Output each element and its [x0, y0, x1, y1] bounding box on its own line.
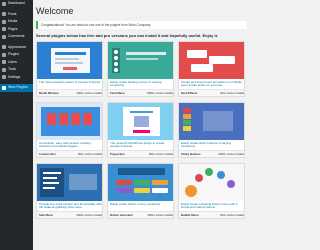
plugin-thumbnail[interactable] [37, 164, 102, 201]
plugin-card-button-generator[interactable]: Easily create button of any complexity Bu… [107, 163, 174, 219]
sidebar-item-users[interactable]: Users [0, 59, 33, 67]
plugin-name: Float Menu [110, 91, 125, 95]
plugin-name: Counter Box [39, 152, 56, 156]
plugin-card-popup-box[interactable]: The powerful WordPress plugin to create … [107, 102, 174, 158]
sidebar-item-label: Comments [8, 34, 25, 39]
plugin-card-footer: Bubble Menu 200+ Active Installs [179, 211, 244, 218]
plugin-description[interactable]: Provide any extra content and functional… [39, 203, 102, 211]
plugin-name: Side Menu [39, 213, 53, 217]
plugin-description[interactable]: Easily create sticky buttons of varying … [181, 142, 244, 150]
plugin-name: Bubble Menu [181, 213, 199, 217]
success-notice: Congratulations! You are about to use on… [36, 21, 247, 29]
plugin-thumbnail[interactable] [179, 164, 244, 201]
admin-sidebar: Dashboard Posts Media Pages Comments Appearan… [0, 0, 33, 250]
plugin-card-footer: Herd Effects 200+ Active Installs [179, 89, 244, 96]
plugin-card-sticky-buttons[interactable]: Easily create sticky buttons of varying … [178, 102, 245, 158]
plugin-card-footer: Modal Window 2000+ Active Installs [37, 89, 102, 96]
sidebar-item-settings[interactable]: Settings [0, 74, 33, 82]
plugin-name: Herd Effects [181, 91, 198, 95]
plugin-grid: The most powerful creator of popups & fl… [36, 41, 247, 219]
sidebar-item-label: Media [8, 19, 18, 24]
active-installs-count: 3000+ Active Installs [147, 213, 173, 217]
plugin-description[interactable]: The most powerful creator of popups & fl… [39, 81, 102, 89]
plugin-name: Popup Box [110, 152, 125, 156]
settings-icon [2, 75, 6, 80]
page-title: Welcome [36, 6, 74, 16]
plugin-card-footer: Sticky Buttons 2000+ Active Installs [179, 150, 244, 157]
plugin-name: Sticky Buttons [181, 152, 201, 156]
wow-icon [2, 85, 6, 90]
comment-icon [2, 34, 6, 39]
active-installs-count: 200+ Active Installs [219, 91, 244, 95]
page-icon [2, 27, 6, 32]
plugin-name: Button Generator [110, 213, 134, 217]
plugin-description[interactable]: The powerful WordPress plugin to create … [110, 142, 173, 150]
main-content: Welcome Congratulations! You are about t… [36, 5, 247, 219]
sidebar-item-wow-plugins[interactable]: Wow Plugins [0, 84, 33, 92]
sidebar-item-label: Tools [8, 67, 16, 72]
plugin-card-footer: Float Menu 8000+ Active Installs [108, 89, 173, 96]
plugin-thumbnail[interactable] [179, 103, 244, 140]
plugin-thumbnail[interactable] [179, 42, 244, 79]
plugin-description[interactable]: Easily create floating menus of varying … [110, 81, 173, 89]
plugin-card-footer: Button Generator 3000+ Active Installs [108, 211, 173, 218]
plugin-name: Modal Window [39, 91, 59, 95]
pin-icon [2, 12, 6, 17]
plugin-thumbnail[interactable] [108, 103, 173, 140]
plugin-card-footer: Side Menu 2000+ Active Installs [37, 211, 102, 218]
brush-icon [2, 45, 6, 50]
plugin-thumbnail[interactable] [37, 42, 102, 79]
active-installs-count: 200+ Active Installs [219, 213, 244, 217]
active-installs-count: 2000+ Active Installs [76, 213, 102, 217]
sidebar-item-comments[interactable]: Comments [0, 33, 33, 41]
plugin-thumbnail[interactable] [108, 164, 173, 201]
plugin-card-footer: Counter Box 900+ Active Installs [37, 150, 102, 157]
plugin-card-bubble-menu[interactable]: Easily create a floating button menu wit… [178, 163, 245, 219]
active-installs-count: 2000+ Active Installs [76, 91, 102, 95]
sidebar-item-tools[interactable]: Tools [0, 66, 33, 74]
plugin-card-counter-box[interactable]: Countdown, easy with session tracking, w… [36, 102, 103, 158]
plugin-description[interactable]: Easily create button of any complexity [110, 203, 173, 211]
intro-text: Several plugins below has free and pro v… [36, 33, 219, 38]
plugin-description[interactable]: Create and show hover animations in mult… [181, 81, 244, 89]
sidebar-item-label: Users [8, 59, 17, 64]
users-icon [2, 60, 6, 65]
sidebar-item-appearance[interactable]: Appearance [0, 44, 33, 52]
plugin-card-side-menu[interactable]: Provide any extra content and functional… [36, 163, 103, 219]
plugin-card-float-menu[interactable]: Easily create floating menus of varying … [107, 41, 174, 97]
sidebar-item-label: Pages [8, 26, 18, 31]
active-installs-count: 2000+ Active Installs [218, 152, 244, 156]
media-icon [2, 19, 6, 24]
plugin-description[interactable]: Countdown, easy with session tracking, w… [39, 142, 102, 150]
sidebar-item-plugins[interactable]: Plugins [0, 51, 33, 59]
plugin-icon [2, 52, 6, 57]
sidebar-item-label: Appearance [8, 44, 27, 49]
sidebar-item-label: Wow Plugins [8, 85, 28, 90]
plugin-card-herd-effects[interactable]: Create and show hover animations in mult… [178, 41, 245, 97]
plugin-thumbnail[interactable] [37, 103, 102, 140]
active-installs-count: 8000+ Active Installs [147, 91, 173, 95]
sidebar-item-pages[interactable]: Pages [0, 26, 33, 34]
sidebar-item-label: Plugins [8, 52, 20, 57]
dashboard-icon [2, 1, 6, 6]
plugin-card-footer: Popup Box 900+ Active Installs [108, 150, 173, 157]
sidebar-item-label: Settings [8, 74, 21, 79]
plugin-thumbnail[interactable] [108, 42, 173, 79]
active-installs-count: 900+ Active Installs [77, 152, 102, 156]
sidebar-item-label: Posts [8, 11, 17, 16]
sidebar-item-media[interactable]: Media [0, 18, 33, 26]
wrench-icon [2, 67, 6, 72]
active-installs-count: 900+ Active Installs [148, 152, 173, 156]
plugin-card-modal-window[interactable]: The most powerful creator of popups & fl… [36, 41, 103, 97]
sidebar-item-posts[interactable]: Posts [0, 11, 33, 19]
plugin-description[interactable]: Easily create a floating button menu wit… [181, 203, 244, 211]
sidebar-item-dashboard[interactable]: Dashboard [0, 0, 33, 8]
sidebar-item-label: Dashboard [8, 1, 25, 6]
